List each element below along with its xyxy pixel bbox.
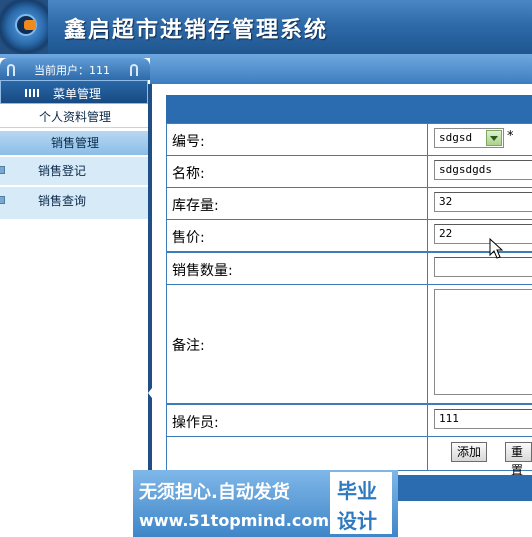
watermark-banner: 无须担心.自动发货 www.51topmind.com 毕业 设计: [133, 470, 398, 537]
reset-button[interactable]: 重置: [505, 442, 532, 477]
sidebar-item-sales-register[interactable]: 销售登记: [0, 157, 150, 185]
form-row-stock: 库存量: 32: [166, 187, 532, 220]
quantity-field[interactable]: [434, 257, 532, 277]
ring-icon: [7, 64, 15, 76]
form-row-price: 售价: 22: [166, 219, 532, 252]
current-user-label: 当前用户：111: [34, 64, 110, 77]
sidebar-item-sales-query[interactable]: 销售查询: [0, 187, 150, 215]
watermark-slogan: 无须担心.自动发货: [139, 482, 290, 503]
menu-title: 菜单管理: [53, 87, 102, 101]
bullet-icon: [0, 166, 5, 174]
mouse-cursor-icon: [489, 238, 503, 259]
chevron-down-icon[interactable]: [486, 130, 502, 146]
form-row-id: 编号: sdgsd *: [166, 123, 532, 156]
form-header-bar: [166, 95, 532, 123]
field-label: 售价:: [172, 230, 205, 246]
watermark-badge-line1: 毕业: [337, 479, 377, 503]
operator-field[interactable]: 111: [434, 409, 532, 429]
field-label: 操作员:: [172, 415, 219, 431]
logo-icon: [0, 0, 48, 54]
watermark-badge-line2: 设计: [337, 509, 377, 533]
collapse-arrow-icon[interactable]: [148, 388, 152, 398]
watermark-badge: 毕业 设计: [330, 472, 392, 534]
field-label: 编号:: [172, 134, 205, 150]
stock-field[interactable]: 32: [434, 192, 532, 212]
required-mark: *: [507, 129, 514, 144]
bullet-icon: [0, 196, 5, 204]
form-row-operator: 操作员: 111: [166, 404, 532, 437]
field-label: 销售数量:: [172, 263, 233, 279]
app-title: 鑫启超市进销存管理系统: [64, 17, 329, 43]
app-header: 鑫启超市进销存管理系统: [0, 0, 532, 54]
watermark-url: www.51topmind.com: [139, 511, 329, 530]
form-row-name: 名称: sdgsdgds: [166, 155, 532, 188]
current-user-bar: 当前用户：111: [0, 58, 150, 80]
form-row-actions: 添加 重置: [166, 436, 532, 477]
sidebar-item-label: 销售登记: [38, 164, 87, 178]
field-label: 名称:: [172, 166, 205, 182]
id-select-value: sdgsd: [439, 131, 473, 144]
menu-header[interactable]: 菜单管理: [0, 80, 148, 104]
id-select[interactable]: sdgsd: [434, 128, 504, 148]
form-row-quantity: 销售数量:: [166, 252, 532, 285]
sidebar-filler: [0, 215, 150, 219]
add-button[interactable]: 添加: [451, 442, 488, 462]
grid-icon: [25, 89, 39, 97]
name-field[interactable]: sdgsdgds: [434, 160, 532, 180]
sidebar-item-label: 销售查询: [38, 194, 87, 208]
remarks-textarea[interactable]: [434, 289, 532, 395]
field-label: 备注:: [172, 338, 205, 354]
sidebar: 当前用户：111 菜单管理 个人资料管理 销售管理 销售登记 销售查询: [0, 58, 150, 537]
sidebar-section-sales[interactable]: 销售管理: [0, 131, 150, 155]
sidebar-item-profile[interactable]: 个人资料管理: [0, 106, 150, 128]
ring-icon: [130, 64, 138, 76]
form-row-remarks: 备注:: [166, 284, 532, 404]
field-label: 库存量:: [172, 198, 219, 214]
price-field[interactable]: 22: [434, 224, 532, 244]
